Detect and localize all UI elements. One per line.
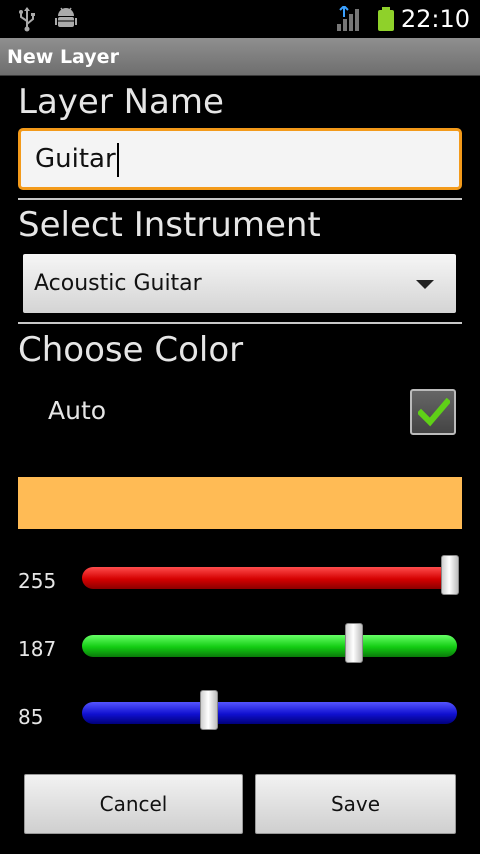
layer-name-input[interactable]: Guitar — [18, 128, 462, 190]
signal-icon — [337, 6, 359, 31]
dialog-title: New Layer — [0, 38, 480, 76]
green-slider-track — [82, 635, 457, 657]
red-value-label: 255 — [18, 569, 57, 593]
save-button[interactable]: Save — [255, 774, 456, 834]
green-slider-thumb[interactable] — [344, 623, 363, 663]
blue-slider-track — [82, 702, 457, 724]
blue-slider-thumb[interactable] — [200, 690, 219, 730]
status-bar: 22:10 — [0, 0, 480, 38]
green-value-label: 187 — [18, 637, 57, 661]
clock: 22:10 — [400, 5, 470, 33]
layer-name-label: Layer Name — [18, 82, 224, 122]
divider — [18, 322, 462, 324]
blue-slider[interactable] — [82, 690, 457, 730]
instrument-spinner[interactable]: Acoustic Guitar — [23, 254, 456, 313]
choose-color-label: Choose Color — [18, 330, 244, 370]
battery-icon — [378, 7, 394, 31]
color-preview-swatch — [18, 477, 462, 529]
cancel-button[interactable]: Cancel — [24, 774, 243, 834]
red-slider-track — [82, 567, 457, 589]
red-slider-thumb[interactable] — [441, 555, 459, 595]
android-debug-icon — [55, 7, 77, 27]
layer-name-value: Guitar — [35, 144, 116, 174]
divider — [18, 198, 462, 200]
blue-value-label: 85 — [18, 705, 44, 729]
green-slider[interactable] — [82, 623, 457, 663]
usb-icon — [19, 7, 35, 32]
select-instrument-label: Select Instrument — [18, 205, 321, 245]
text-caret — [116, 142, 119, 177]
red-slider[interactable] — [82, 555, 459, 595]
auto-label: Auto — [48, 396, 107, 425]
instrument-selected-value: Acoustic Guitar — [34, 271, 202, 296]
dropdown-arrow-icon — [416, 280, 434, 289]
checkmark-icon — [418, 398, 450, 427]
auto-checkbox[interactable] — [410, 389, 456, 435]
